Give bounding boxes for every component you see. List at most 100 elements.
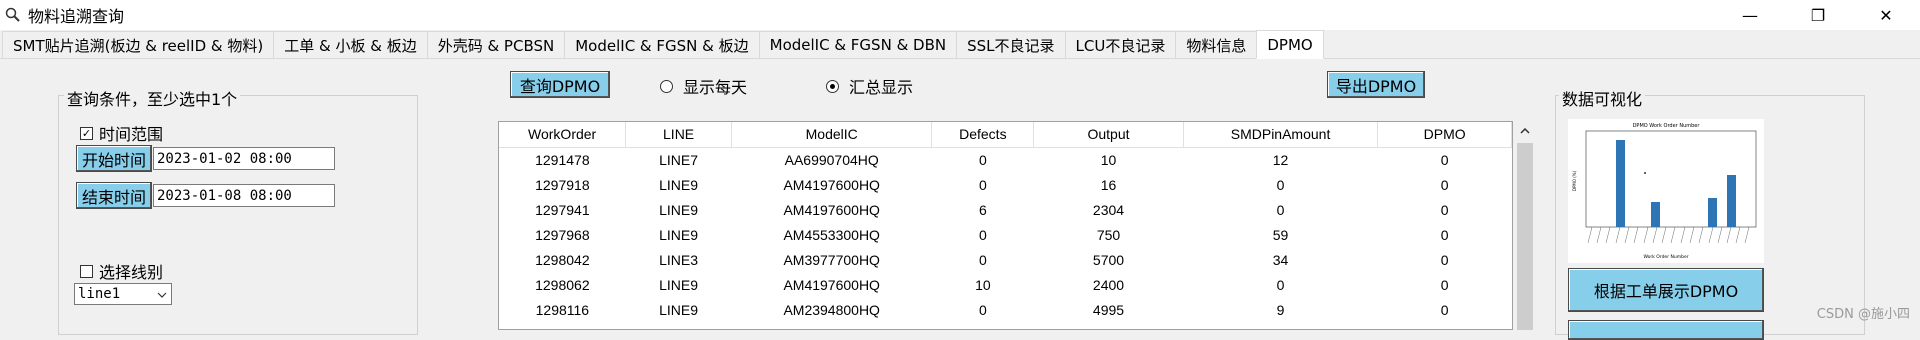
radio-dot-selected-icon [826,79,839,93]
cell-defects: 0 [978,226,987,243]
cell-modelic: AA6990704HQ [784,151,879,168]
cell-dpmo: 0 [1440,201,1449,218]
line-select[interactable]: line1 [74,283,172,305]
line-checkbox[interactable]: 选择线别 [80,259,163,283]
tab-bar: SMT贴片追溯(板边 & reelID & 物料) 工单 & 小板 & 板边 外… [0,30,1920,59]
bar-chart-thumbnail-icon: DPMO Work Order Number Work Order Number… [1572,123,1757,260]
cell-defects: 6 [978,201,987,218]
title-bar: 物料追溯查询 — ❐ ✕ [0,0,1920,30]
dpmo-panel: 查询条件，至少选中1个 ✓ 时间范围 开始时间 2023-01-02 08:00… [0,59,1920,340]
radio-summary-label: 汇总显示 [849,78,914,97]
column-header[interactable]: DPMO [1377,122,1512,148]
start-time-field[interactable]: 2023-01-02 08:00 [153,147,335,170]
cell-defects: 0 [978,301,987,318]
cell-defects: 10 [975,276,991,293]
table-row[interactable]: 1297941 LINE9 AM4197600HQ 6 2304 0 0 [499,197,1512,222]
column-header[interactable]: WorkOrder [499,122,627,148]
tab-dpmo[interactable]: DPMO [1256,30,1324,59]
cell-smdpinamount: 0 [1276,276,1285,293]
start-time-button[interactable]: 开始时间 [76,145,152,172]
end-time-field[interactable]: 2023-01-08 08:00 [153,184,335,207]
table-row[interactable]: 1298062 LINE9 AM4197600HQ 10 2400 0 0 [499,272,1512,297]
cell-output: 16 [1100,176,1117,193]
radio-dot-icon [660,79,673,93]
cell-smdpinamount: 59 [1272,226,1289,243]
cell-line: LINE9 [659,226,699,243]
maximize-button[interactable]: ❐ [1784,0,1852,30]
cell-output: 10 [1100,151,1117,168]
watermark: CSDN @施小四 [1816,307,1910,322]
table-row[interactable]: 1298116 LINE9 AM2394800HQ 0 4995 9 0 [499,297,1512,322]
cell-output: 5700 [1092,251,1125,268]
radio-daily-label: 显示每天 [683,78,748,97]
cell-line: LINE9 [659,276,699,293]
cell-line: LINE7 [659,151,699,168]
table-row[interactable]: 1298042 LINE3 AM3977700HQ 0 5700 34 0 [499,247,1512,272]
tab-ssl-defects[interactable]: SSL不良记录 [956,31,1066,58]
tab-modelic-fgsn-board[interactable]: ModelIC & FGSN & 板边 [564,31,760,58]
cell-workorder: 1297941 [535,201,590,218]
radio-summary[interactable]: 汇总显示 [826,74,913,98]
tab-smt-trace[interactable]: SMT贴片追溯(板边 & reelID & 物料) [2,31,275,58]
table-row[interactable]: 1297968 LINE9 AM4553300HQ 0 750 59 0 [499,222,1512,247]
window-title: 物料追溯查询 [28,7,125,26]
column-header[interactable]: Output [1033,122,1184,148]
cell-output: 2400 [1092,276,1125,293]
cell-smdpinamount: 34 [1272,251,1289,268]
magnifier-icon [2,4,24,26]
cell-dpmo: 0 [1440,176,1449,193]
cell-output: 4995 [1092,301,1125,318]
dpmo-table[interactable]: WorkOrder LINE ModelIC Defects Output SM… [498,121,1513,330]
close-button[interactable]: ✕ [1852,0,1920,30]
cell-defects: 0 [978,151,987,168]
line-select-value: line1 [78,286,121,302]
secondary-viz-button[interactable] [1568,320,1764,340]
cell-smdpinamount: 0 [1276,176,1285,193]
export-dpmo-button[interactable]: 导出DPMO [1327,71,1425,98]
cell-output: 2304 [1092,201,1125,218]
table-row[interactable]: 1291478 LINE7 AA6990704HQ 0 10 12 0 [499,147,1512,172]
cell-modelic: AM3977700HQ [783,251,880,268]
query-group-title: 查询条件，至少选中1个 [64,86,241,110]
cell-dpmo: 0 [1440,301,1449,318]
cell-line: LINE9 [659,176,699,193]
scrollbar-thumb[interactable] [1517,143,1533,330]
cell-defects: 0 [978,251,987,268]
column-header[interactable]: Defects [931,122,1035,148]
end-time-button[interactable]: 结束时间 [76,182,152,209]
table-vertical-scrollbar[interactable] [1516,121,1534,330]
chart-xlabel: Work Order Number [1643,254,1688,260]
cell-modelic: AM2394800HQ [783,301,880,318]
cell-line: LINE9 [659,301,699,318]
dpmo-chart-preview[interactable]: DPMO Work Order Number Work Order Number… [1568,119,1764,263]
radio-daily[interactable]: 显示每天 [660,74,747,98]
time-range-checkbox[interactable]: ✓ 时间范围 [80,121,163,145]
cell-line: LINE9 [659,201,699,218]
column-header[interactable]: ModelIC [731,122,933,148]
scroll-up-arrow-icon[interactable] [1516,121,1534,141]
time-range-label: 时间范围 [99,125,164,144]
query-dpmo-button[interactable]: 查询DPMO [510,71,610,98]
checkmark-icon: ✓ [80,126,93,140]
cell-workorder: 1291478 [535,151,590,168]
tab-material-info[interactable]: 物料信息 [1175,31,1258,58]
cell-dpmo: 0 [1440,151,1449,168]
cell-workorder: 1297968 [535,226,590,243]
cell-workorder: 1297918 [535,176,590,193]
column-header[interactable]: LINE [625,122,732,148]
cell-smdpinamount: 0 [1276,201,1285,218]
tab-lcu-defects[interactable]: LCU不良记录 [1064,31,1177,58]
tab-work-order[interactable]: 工单 & 小板 & 板边 [273,31,428,58]
show-dpmo-by-order-button[interactable]: 根据工单展示DPMO [1568,268,1764,312]
table-row[interactable]: 1297918 LINE9 AM4197600HQ 0 16 0 0 [499,172,1512,197]
cell-modelic: AM4197600HQ [783,276,880,293]
cell-modelic: AM4197600HQ [783,201,880,218]
minimize-button[interactable]: — [1716,0,1784,30]
empty-checkbox-icon [80,264,93,278]
tab-modelic-fgsn-dbn[interactable]: ModelIC & FGSN & DBN [758,31,958,58]
column-header[interactable]: SMDPinAmount [1183,122,1379,148]
table-header-row: WorkOrder LINE ModelIC Defects Output SM… [499,122,1512,148]
tab-shell-code[interactable]: 外壳码 & PCBSN [426,31,566,58]
cell-line: LINE3 [659,251,699,268]
chart-title: DPMO Work Order Number [1633,123,1701,129]
